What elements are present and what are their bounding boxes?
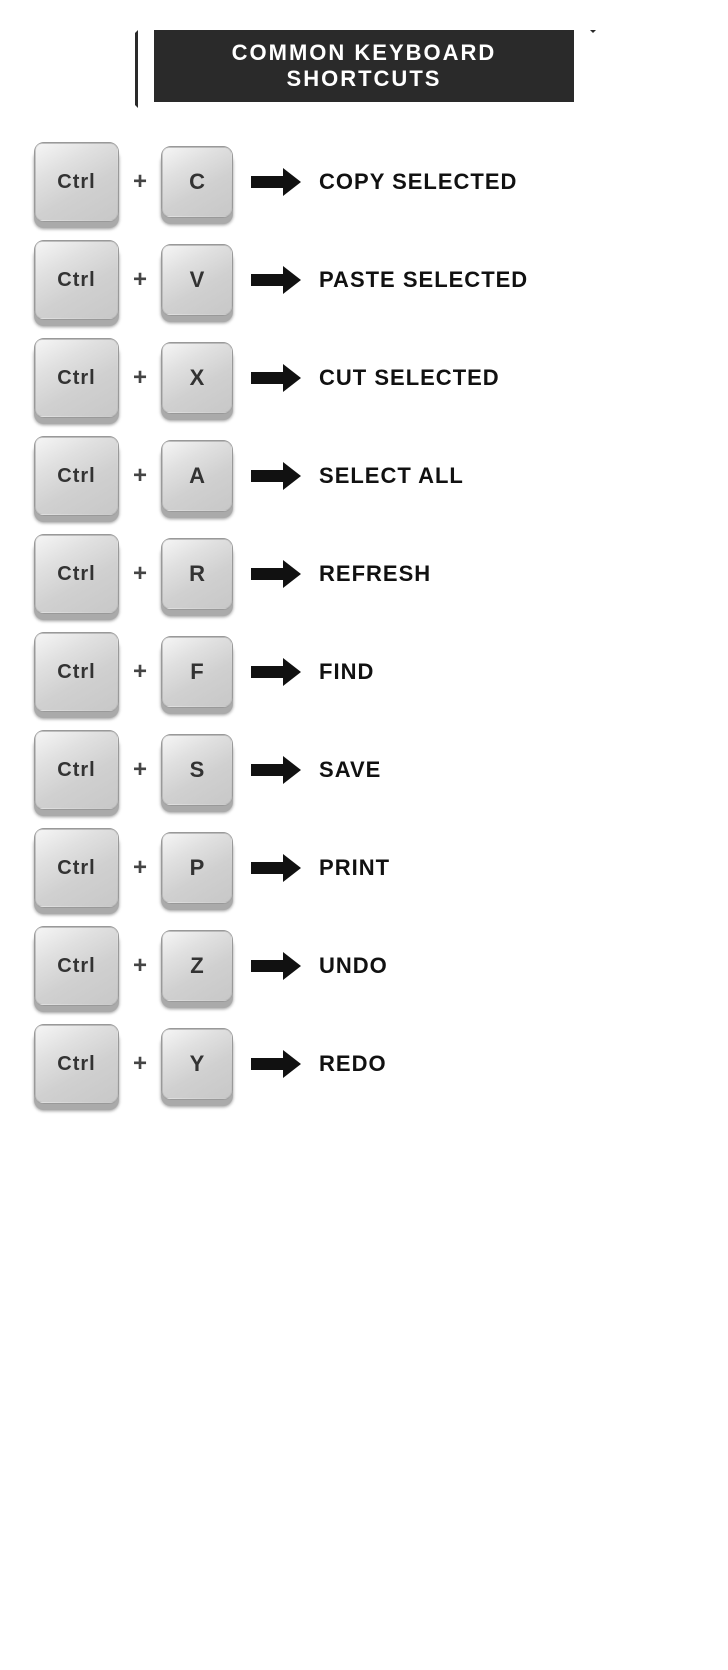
shortcut-label-print: PRINT	[319, 855, 390, 881]
ctrl-label-redo: Ctrl	[57, 1053, 95, 1076]
arrow-icon-save	[251, 756, 301, 784]
letter-label-refresh: R	[189, 561, 205, 587]
plus-sign-find: +	[133, 658, 147, 686]
arrow-icon-redo	[251, 1050, 301, 1078]
ctrl-key-copy: Ctrl	[34, 142, 119, 222]
letter-label-redo: Y	[190, 1051, 205, 1077]
shortcut-row-selectall: Ctrl + A SELECT ALL	[34, 436, 694, 516]
ctrl-key-refresh: Ctrl	[34, 534, 119, 614]
shortcut-label-cut: CUT SELECTED	[319, 365, 500, 391]
letter-key-save: S	[161, 734, 233, 806]
shortcut-label-copy: COPY SELECTED	[319, 169, 517, 195]
ctrl-key-cut: Ctrl	[34, 338, 119, 418]
letter-key-cut: X	[161, 342, 233, 414]
shortcut-label-find: FIND	[319, 659, 374, 685]
shortcut-row-copy: Ctrl + C COPY SELECTED	[34, 142, 694, 222]
ctrl-label-paste: Ctrl	[57, 269, 95, 292]
letter-key-print: P	[161, 832, 233, 904]
plus-sign-paste: +	[133, 266, 147, 294]
arrow-icon-print	[251, 854, 301, 882]
letter-label-find: F	[190, 659, 203, 685]
shortcut-row-undo: Ctrl + Z UNDO	[34, 926, 694, 1006]
shortcut-label-save: SAVE	[319, 757, 381, 783]
plus-sign-selectall: +	[133, 462, 147, 490]
letter-key-refresh: R	[161, 538, 233, 610]
shortcut-row-redo: Ctrl + Y REDO	[34, 1024, 694, 1104]
plus-sign-refresh: +	[133, 560, 147, 588]
plus-sign-undo: +	[133, 952, 147, 980]
ctrl-label-save: Ctrl	[57, 759, 95, 782]
shortcut-label-paste: PASTE SELECTED	[319, 267, 528, 293]
letter-label-copy: C	[189, 169, 205, 195]
shortcut-label-redo: REDO	[319, 1051, 387, 1077]
ctrl-key-undo: Ctrl	[34, 926, 119, 1006]
letter-key-selectall: A	[161, 440, 233, 512]
shortcuts-list: Ctrl + C COPY SELECTED Ctrl + V	[34, 142, 694, 1104]
shortcut-label-refresh: REFRESH	[319, 561, 431, 587]
ctrl-label-refresh: Ctrl	[57, 563, 95, 586]
letter-label-save: S	[190, 757, 205, 783]
ctrl-key-save: Ctrl	[34, 730, 119, 810]
shortcut-label-selectall: SELECT ALL	[319, 463, 464, 489]
ctrl-key-find: Ctrl	[34, 632, 119, 712]
title-banner: COMMON KEYBOARD SHORTCUTS	[154, 30, 574, 102]
letter-label-undo: Z	[190, 953, 203, 979]
plus-sign-save: +	[133, 756, 147, 784]
title-text: COMMON KEYBOARD SHORTCUTS	[232, 40, 497, 91]
letter-key-paste: V	[161, 244, 233, 316]
shortcut-label-undo: UNDO	[319, 953, 388, 979]
letter-label-selectall: A	[189, 463, 205, 489]
letter-label-cut: X	[190, 365, 205, 391]
arrow-icon-paste	[251, 266, 301, 294]
arrow-icon-undo	[251, 952, 301, 980]
ctrl-key-paste: Ctrl	[34, 240, 119, 320]
arrow-icon-copy	[251, 168, 301, 196]
ctrl-label-print: Ctrl	[57, 857, 95, 880]
shortcut-row-paste: Ctrl + V PASTE SELECTED	[34, 240, 694, 320]
arrow-icon-refresh	[251, 560, 301, 588]
plus-sign-print: +	[133, 854, 147, 882]
arrow-icon-selectall	[251, 462, 301, 490]
letter-label-paste: V	[190, 267, 205, 293]
letter-key-undo: Z	[161, 930, 233, 1002]
ctrl-label-find: Ctrl	[57, 661, 95, 684]
letter-key-find: F	[161, 636, 233, 708]
ctrl-label-undo: Ctrl	[57, 955, 95, 978]
shortcut-row-print: Ctrl + P PRINT	[34, 828, 694, 908]
letter-key-redo: Y	[161, 1028, 233, 1100]
plus-sign-redo: +	[133, 1050, 147, 1078]
ctrl-key-print: Ctrl	[34, 828, 119, 908]
shortcut-row-refresh: Ctrl + R REFRESH	[34, 534, 694, 614]
ctrl-label-selectall: Ctrl	[57, 465, 95, 488]
letter-key-copy: C	[161, 146, 233, 218]
shortcut-row-save: Ctrl + S SAVE	[34, 730, 694, 810]
ctrl-key-selectall: Ctrl	[34, 436, 119, 516]
ctrl-label-copy: Ctrl	[57, 171, 95, 194]
ctrl-key-redo: Ctrl	[34, 1024, 119, 1104]
ctrl-label-cut: Ctrl	[57, 367, 95, 390]
plus-sign-copy: +	[133, 168, 147, 196]
arrow-icon-cut	[251, 364, 301, 392]
shortcut-row-find: Ctrl + F FIND	[34, 632, 694, 712]
plus-sign-cut: +	[133, 364, 147, 392]
arrow-icon-find	[251, 658, 301, 686]
shortcut-row-cut: Ctrl + X CUT SELECTED	[34, 338, 694, 418]
letter-label-print: P	[190, 855, 205, 881]
